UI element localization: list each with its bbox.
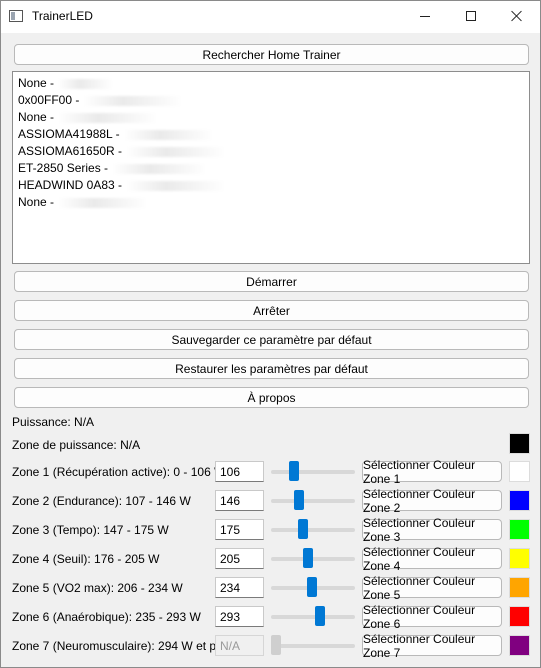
zone-label: Zone 1 (Récupération active): 0 - 106 W	[12, 465, 226, 479]
list-item[interactable]: HEADWIND 0A83 -	[18, 177, 227, 194]
zone-label: Zone 5 (VO2 max): 206 - 234 W	[12, 581, 183, 595]
select-zone-color-button[interactable]: Sélectionner Couleur Zone 6	[362, 603, 502, 631]
slider-track	[271, 615, 355, 619]
zone-threshold-input[interactable]	[215, 461, 264, 482]
list-item[interactable]: ASSIOMA61650R -	[18, 143, 227, 160]
slider-handle[interactable]	[315, 606, 325, 626]
slider-handle[interactable]	[294, 490, 304, 510]
maximize-icon	[466, 11, 476, 21]
stop-button[interactable]: Arrêter	[14, 300, 529, 321]
zone-color-swatch	[509, 635, 530, 656]
slider-handle[interactable]	[307, 577, 317, 597]
app-window: TrainerLED Rechercher Home Trainer None …	[0, 0, 541, 668]
restore-default-button[interactable]: Restaurer les paramètres par défaut	[14, 358, 529, 379]
power-readout: Puissance: N/A	[12, 415, 95, 429]
start-button[interactable]: Démarrer	[14, 271, 529, 292]
title-bar[interactable]: TrainerLED	[1, 1, 540, 33]
zone-threshold-input[interactable]	[215, 606, 264, 627]
select-zone-color-button[interactable]: Sélectionner Couleur Zone 1	[362, 458, 502, 486]
zone-slider[interactable]	[271, 490, 355, 511]
power-zone-readout: Zone de puissance: N/A	[12, 438, 141, 452]
maximize-button[interactable]	[448, 1, 494, 31]
zone-color-swatch	[509, 519, 530, 540]
slider-handle[interactable]	[289, 461, 299, 481]
search-trainer-button[interactable]: Rechercher Home Trainer	[14, 44, 529, 65]
zone-color-swatch	[509, 490, 530, 511]
about-button[interactable]: À propos	[14, 387, 529, 408]
close-icon	[511, 10, 523, 22]
slider-track	[271, 644, 355, 648]
app-window-icon	[9, 10, 23, 22]
zone-label: Zone 6 (Anaérobique): 235 - 293 W	[12, 610, 201, 624]
list-item[interactable]: None -	[18, 75, 114, 92]
list-item[interactable]: ET-2850 Series -	[18, 160, 208, 177]
zone-threshold-input[interactable]	[215, 577, 264, 598]
select-zone-color-button[interactable]: Sélectionner Couleur Zone 7	[362, 632, 502, 660]
zone-color-swatch	[509, 606, 530, 627]
zone-label: Zone 4 (Seuil): 176 - 205 W	[12, 552, 160, 566]
slider-handle[interactable]	[303, 548, 313, 568]
zone-threshold-input[interactable]	[215, 548, 264, 569]
slider-track	[271, 528, 355, 532]
window-title: TrainerLED	[32, 9, 93, 23]
list-item[interactable]: None -	[18, 194, 149, 211]
zone-label: Zone 3 (Tempo): 147 - 175 W	[12, 523, 169, 537]
close-button[interactable]	[494, 1, 540, 31]
zone-slider[interactable]	[271, 519, 355, 540]
device-list[interactable]: None - 0x00FF00 - None - ASSIOMA41988L -…	[12, 71, 530, 264]
power-zone-color-swatch	[509, 433, 530, 454]
zone-threshold-input[interactable]	[215, 490, 264, 511]
zone-color-swatch	[509, 548, 530, 569]
slider-track	[271, 557, 355, 561]
slider-handle[interactable]	[298, 519, 308, 539]
zone-slider	[271, 635, 355, 656]
zone-slider[interactable]	[271, 577, 355, 598]
slider-track	[271, 499, 355, 503]
select-zone-color-button[interactable]: Sélectionner Couleur Zone 3	[362, 516, 502, 544]
list-item[interactable]: ASSIOMA41988L -	[18, 126, 214, 143]
slider-handle	[271, 635, 281, 655]
select-zone-color-button[interactable]: Sélectionner Couleur Zone 4	[362, 545, 502, 573]
zone-color-swatch	[509, 577, 530, 598]
zone-slider[interactable]	[271, 461, 355, 482]
zone-slider[interactable]	[271, 548, 355, 569]
zone-label: Zone 2 (Endurance): 107 - 146 W	[12, 494, 191, 508]
zone-threshold-input[interactable]	[215, 519, 264, 540]
slider-track	[271, 470, 355, 474]
minimize-icon	[420, 15, 430, 17]
zone-threshold-input	[215, 635, 264, 656]
zone-label: Zone 7 (Neuromusculaire): 294 W et plus	[12, 639, 232, 653]
list-item[interactable]: None -	[18, 109, 159, 126]
minimize-button[interactable]	[402, 1, 448, 31]
zone-slider[interactable]	[271, 606, 355, 627]
save-default-button[interactable]: Sauvegarder ce paramètre par défaut	[14, 329, 529, 350]
select-zone-color-button[interactable]: Sélectionner Couleur Zone 5	[362, 574, 502, 602]
select-zone-color-button[interactable]: Sélectionner Couleur Zone 2	[362, 487, 502, 515]
zone-color-swatch	[509, 461, 530, 482]
list-item[interactable]: 0x00FF00 -	[18, 92, 184, 109]
